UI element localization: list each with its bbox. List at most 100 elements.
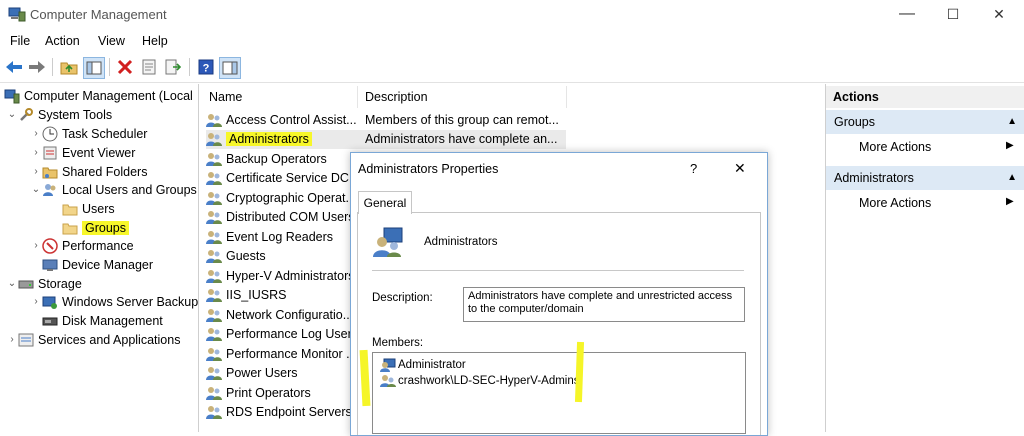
domain-group-icon [380, 375, 396, 387]
group-icon [206, 229, 222, 245]
collapse-up-icon[interactable]: ▲ [1007, 110, 1017, 134]
description-label: Description: [372, 292, 433, 304]
tab-general[interactable]: General [358, 191, 412, 214]
group-icon [206, 131, 222, 147]
tree-label: Computer Management (Local [24, 88, 193, 103]
actions-section-groups[interactable]: Groups ▲ [826, 110, 1024, 134]
table-row[interactable]: Access Control Assist... Members of this … [206, 110, 566, 130]
menu-view[interactable]: View [98, 34, 125, 48]
tree-node-storage[interactable]: ⌄ Storage [6, 274, 82, 293]
svg-text:?: ? [203, 63, 210, 75]
tree-label: Disk Management [62, 313, 163, 328]
dialog-help-button[interactable]: ? [690, 161, 697, 176]
tree-node-performance[interactable]: › Performance [30, 236, 134, 255]
chevron-right-icon[interactable]: › [30, 296, 42, 307]
tree-label: Local Users and Groups [62, 182, 197, 197]
delete-icon[interactable] [115, 57, 135, 77]
toolbar-separator [52, 58, 53, 76]
submenu-arrow-icon: ▶ [1006, 140, 1014, 151]
menu-help[interactable]: Help [142, 34, 168, 48]
chevron-right-icon[interactable]: › [30, 240, 42, 251]
tree-node-services-apps[interactable]: › Services and Applications [6, 330, 180, 349]
menu-file[interactable]: File [10, 34, 30, 48]
row-name: Network Configuratio... [226, 307, 354, 322]
chevron-down-icon[interactable]: ⌄ [6, 109, 18, 120]
row-name: Event Log Readers [226, 229, 334, 244]
description-field[interactable]: Administrators have complete and unrestr… [463, 287, 745, 322]
collapse-up-icon[interactable]: ▲ [1007, 166, 1017, 190]
tree-node-task-scheduler[interactable]: › Task Scheduler [30, 124, 147, 143]
row-name: Distributed COM Users [226, 210, 355, 225]
chevron-right-icon[interactable]: › [6, 334, 18, 345]
more-actions-administrators[interactable]: More Actions [859, 196, 931, 210]
clock-icon [42, 126, 58, 141]
group-icon [206, 404, 222, 420]
tree-node-users[interactable]: Users [62, 199, 115, 218]
tree-node-disk-management[interactable]: Disk Management [42, 311, 163, 330]
group-icon [206, 112, 222, 128]
help-icon[interactable]: ? [196, 57, 216, 77]
row-name: RDS Endpoint Servers [226, 405, 352, 420]
row-description: Administrators have complete an... [365, 132, 558, 147]
performance-icon [42, 237, 58, 254]
system-tools-icon [20, 107, 33, 121]
tree-node-device-manager[interactable]: Device Manager [42, 255, 153, 274]
menu-action[interactable]: Action [45, 34, 80, 48]
group-icon [206, 190, 222, 206]
services-icon [18, 333, 34, 346]
close-button[interactable]: ✕ [976, 0, 1022, 30]
chevron-down-icon[interactable]: ⌄ [30, 184, 42, 195]
chevron-down-icon[interactable]: ⌄ [6, 278, 18, 289]
tree-label: Shared Folders [62, 164, 148, 179]
dialog-title: Administrators Properties [358, 162, 499, 176]
window-title: Computer Management [30, 7, 167, 22]
tree-node-windows-server-backup[interactable]: › Windows Server Backup [30, 292, 198, 311]
actions-header: Actions [826, 86, 1024, 108]
tree-label: Services and Applications [38, 332, 181, 347]
back-arrow-icon[interactable] [4, 57, 24, 77]
table-row[interactable]: Administrators Administrators have comple… [206, 129, 566, 149]
tree-node-groups[interactable]: Groups [62, 218, 129, 237]
tree-node-local-users-groups[interactable]: ⌄ Local Users and Groups [30, 180, 197, 199]
group-icon [206, 209, 222, 225]
member-item[interactable]: crashwork\LD-SEC-HyperV-Admins [380, 373, 580, 389]
chevron-right-icon[interactable]: › [30, 147, 42, 158]
backup-icon [42, 296, 57, 309]
row-name: Certificate Service DC... [226, 171, 360, 186]
chevron-right-icon[interactable]: › [30, 128, 42, 139]
show-hide-action-pane-icon[interactable] [219, 57, 241, 79]
member-item[interactable]: Administrator [380, 357, 466, 373]
shared-folder-icon [42, 167, 58, 178]
tree-node-root[interactable]: Computer Management (Local [4, 86, 193, 105]
group-icon [206, 365, 222, 381]
group-icon [206, 151, 222, 167]
row-name: Print Operators [226, 385, 311, 400]
chevron-right-icon[interactable]: › [30, 166, 42, 177]
tree-node-event-viewer[interactable]: › Event Viewer [30, 143, 135, 162]
device-manager-icon [42, 259, 58, 271]
dialog-close-button[interactable]: ✕ [734, 160, 746, 177]
users-groups-icon [43, 183, 56, 196]
column-divider[interactable] [357, 86, 358, 108]
group-icon [206, 170, 222, 186]
properties-icon[interactable] [139, 57, 159, 77]
export-list-icon[interactable] [163, 57, 183, 77]
up-folder-icon[interactable] [59, 57, 79, 77]
actions-pane [825, 84, 1024, 432]
dialog-divider [372, 270, 744, 271]
group-icon [206, 346, 222, 362]
tree-node-system-tools[interactable]: ⌄ System Tools [6, 105, 112, 124]
minimize-button[interactable]: — [884, 0, 930, 30]
tree-node-shared-folders[interactable]: › Shared Folders [30, 162, 147, 181]
row-name: Guests [226, 249, 266, 264]
maximize-button[interactable]: ☐ [930, 0, 976, 30]
actions-section-administrators[interactable]: Administrators ▲ [826, 166, 1024, 190]
row-name: Backup Operators [226, 151, 327, 166]
column-divider[interactable] [566, 86, 567, 108]
forward-arrow-icon[interactable] [27, 57, 47, 77]
show-hide-tree-icon[interactable] [83, 57, 105, 79]
more-actions-groups[interactable]: More Actions [859, 140, 931, 154]
column-header-name[interactable]: Name [209, 90, 242, 104]
disk-management-icon [42, 317, 58, 325]
column-header-description[interactable]: Description [365, 90, 428, 104]
